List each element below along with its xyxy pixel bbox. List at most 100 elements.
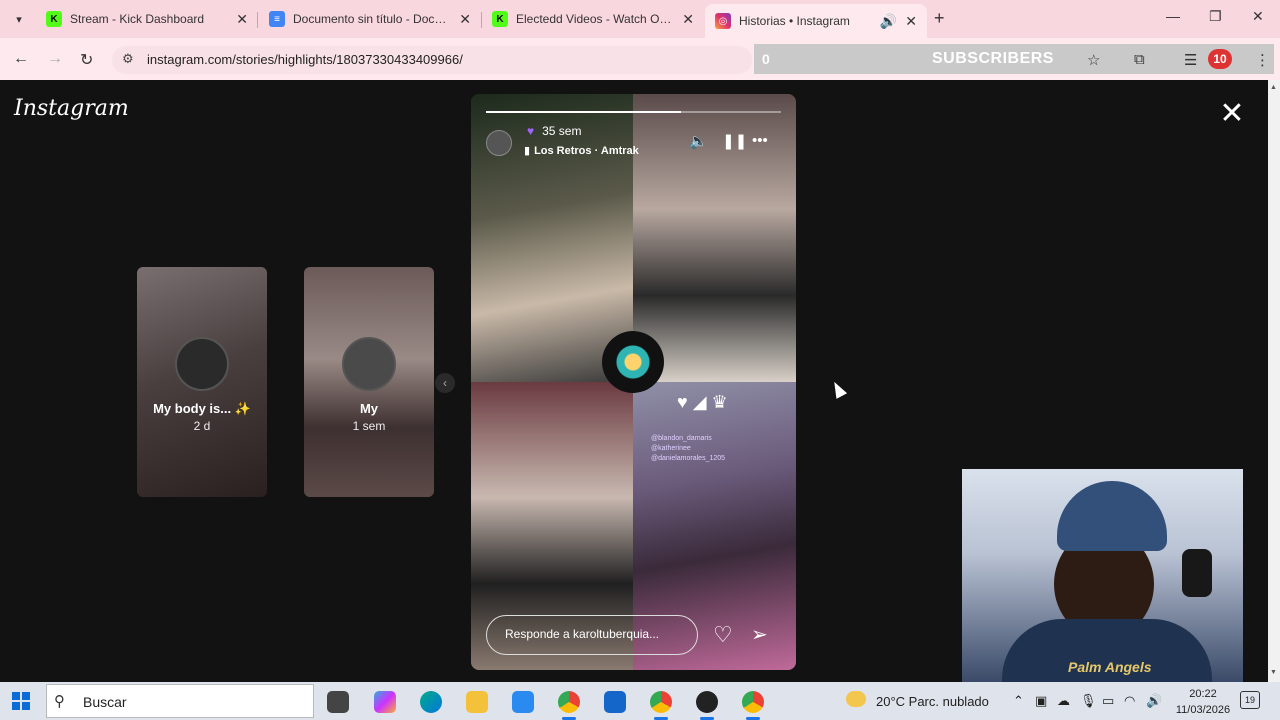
outlook-icon[interactable]	[604, 691, 626, 713]
reload-button[interactable]: ↻	[80, 50, 93, 70]
scroll-up-arrow[interactable]: ▲	[1270, 84, 1277, 91]
mention-text: @danielamorales_1205	[651, 455, 726, 462]
preview-name: My	[359, 401, 379, 416]
site-info-icon[interactable]: ⚙	[122, 51, 134, 67]
copilot-icon[interactable]	[374, 691, 396, 713]
store-icon[interactable]	[512, 691, 534, 713]
edge-icon[interactable]	[420, 691, 442, 713]
minimize-button[interactable]: —	[1166, 8, 1180, 24]
tray-app-icon[interactable]: ▣	[1035, 693, 1047, 709]
chrome-icon[interactable]	[558, 691, 580, 720]
close-tab-icon[interactable]: ✕	[236, 11, 248, 28]
mention-text: @blandon_damaris	[651, 435, 712, 442]
subscribers-label: SUBSCRIBERS	[932, 50, 1054, 67]
story-preview-card[interactable]: My 1 sem	[304, 267, 434, 497]
onedrive-icon[interactable]: ☁	[1057, 693, 1070, 709]
tab-google-docs[interactable]: ≡ Documento sin título - Docume ✕	[259, 4, 481, 34]
scroll-down-arrow[interactable]: ▼	[1270, 669, 1277, 676]
story-progress-bar	[486, 111, 781, 113]
music-bars-icon: ▮	[524, 145, 531, 157]
task-view-icon[interactable]	[327, 691, 349, 713]
new-tab-button[interactable]: +	[934, 8, 945, 29]
docs-icon: ≡	[269, 11, 285, 27]
subscribers-count: 0	[762, 51, 770, 67]
browser-menu-icon[interactable]: ⋮	[1255, 51, 1270, 69]
avatar	[342, 337, 396, 391]
wifi-icon[interactable]: ◠	[1124, 693, 1135, 709]
tab-instagram-stories[interactable]: ◎ Historias • Instagram 🔊 ✕	[705, 4, 927, 38]
notification-icon[interactable]: 19	[1240, 691, 1260, 709]
search-placeholder: Buscar	[83, 694, 127, 710]
obs-icon[interactable]	[696, 691, 718, 720]
back-button[interactable]: ←	[13, 50, 29, 68]
forward-button[interactable]: →	[47, 50, 63, 68]
kick-icon: K	[46, 11, 62, 27]
preview-age: 1 sem	[352, 419, 386, 433]
preview-name: My body is... ✨	[153, 401, 251, 416]
chrome-profile-icon[interactable]	[650, 691, 672, 720]
close-story-icon[interactable]: ✕	[1218, 99, 1246, 129]
url-text[interactable]: instagram.com/stories/highlights/1803733…	[147, 52, 463, 67]
mention-text: @katherinee	[651, 445, 691, 452]
file-explorer-icon[interactable]	[466, 691, 488, 713]
shirt-print: Palm Angels	[1068, 659, 1152, 675]
close-tab-icon[interactable]: ✕	[682, 11, 694, 28]
tab-separator	[257, 12, 258, 28]
story-photo	[633, 94, 796, 382]
tab-title: Stream - Kick Dashboard	[70, 12, 205, 26]
mention-sticker[interactable]: @blandon_damaris @katherinee @danielamor…	[651, 434, 725, 464]
show-hidden-icons[interactable]: ⌃	[1013, 693, 1024, 709]
restore-button[interactable]: ❐	[1209, 8, 1222, 25]
more-options-icon[interactable]: •••	[752, 132, 768, 149]
kick-icon: K	[492, 11, 508, 27]
taskbar-clock[interactable]: 20:22 11/03/2026	[1170, 686, 1236, 718]
clock-time: 20:22	[1189, 688, 1217, 700]
tab-kick-dashboard[interactable]: K Stream - Kick Dashboard ✕	[36, 4, 258, 34]
start-button[interactable]	[12, 692, 30, 710]
active-story[interactable]: ♥ 35 sem ▮ Los Retros · Amtrak 🔈 ❚❚ ••• ♥ …	[471, 94, 796, 670]
weather-text[interactable]: 20°C Parc. nublado	[876, 694, 989, 709]
tab-audio-icon[interactable]: 🔊	[880, 13, 897, 30]
battery-icon[interactable]: ▭	[1102, 693, 1114, 709]
previous-story-button[interactable]: ‹	[435, 373, 455, 393]
like-heart-icon[interactable]: ♡	[713, 622, 733, 648]
progress-fill	[486, 111, 681, 113]
tab-title: Electedd Videos - Watch On-De	[516, 12, 675, 26]
microphone	[1182, 549, 1212, 597]
story-author-avatar[interactable]	[486, 130, 512, 156]
weather-icon[interactable]	[846, 691, 866, 707]
pause-icon[interactable]: ❚❚	[722, 132, 747, 150]
send-icon[interactable]: ➢	[751, 622, 768, 647]
instagram-logo[interactable]: Instagram	[14, 96, 129, 121]
close-tab-icon[interactable]: ✕	[905, 13, 917, 30]
song-label[interactable]: ▮ Los Retros · Amtrak	[524, 144, 639, 157]
bookmark-star-icon[interactable]: ☆	[1087, 51, 1100, 69]
story-preview-card[interactable]: My body is... ✨ 2 d	[137, 267, 267, 497]
avatar	[175, 337, 229, 391]
streamer-cap	[1057, 481, 1167, 551]
story-meta: ♥ 35 sem	[527, 124, 581, 138]
extensions-icon[interactable]: ⧉	[1134, 51, 1145, 68]
close-tab-icon[interactable]: ✕	[459, 11, 471, 28]
speaker-icon[interactable]: 🔊	[1146, 693, 1162, 709]
webcam-overlay: Palm Angels	[962, 469, 1243, 682]
tab-title: Historias • Instagram	[739, 14, 850, 28]
music-sticker[interactable]	[602, 331, 664, 393]
instagram-icon: ◎	[715, 13, 731, 29]
tab-title: Documento sin título - Docume	[293, 12, 452, 26]
tab-electedd-videos[interactable]: K Electedd Videos - Watch On-De ✕	[482, 4, 704, 34]
chrome-profile-icon[interactable]	[742, 691, 764, 720]
sparkles-icon: ✨	[234, 401, 251, 416]
emoji-sticker: ♥ ◢ ♛	[677, 392, 728, 412]
microphone-icon[interactable]: 🎙	[1080, 693, 1097, 709]
extension-badge[interactable]: 10	[1208, 49, 1232, 69]
purple-heart-icon: ♥	[527, 124, 535, 138]
clock-date: 11/03/2026	[1175, 704, 1231, 716]
tab-search-button[interactable]: ▾	[8, 8, 30, 30]
search-icon: ⚲	[54, 693, 65, 710]
media-control-icon[interactable]: ☰	[1184, 51, 1197, 69]
page-scrollbar[interactable]: ▲ ▼	[1268, 80, 1280, 682]
story-time: 35 sem	[542, 124, 582, 138]
volume-icon[interactable]: 🔈	[689, 132, 708, 150]
close-window-button[interactable]: ✕	[1252, 8, 1264, 25]
